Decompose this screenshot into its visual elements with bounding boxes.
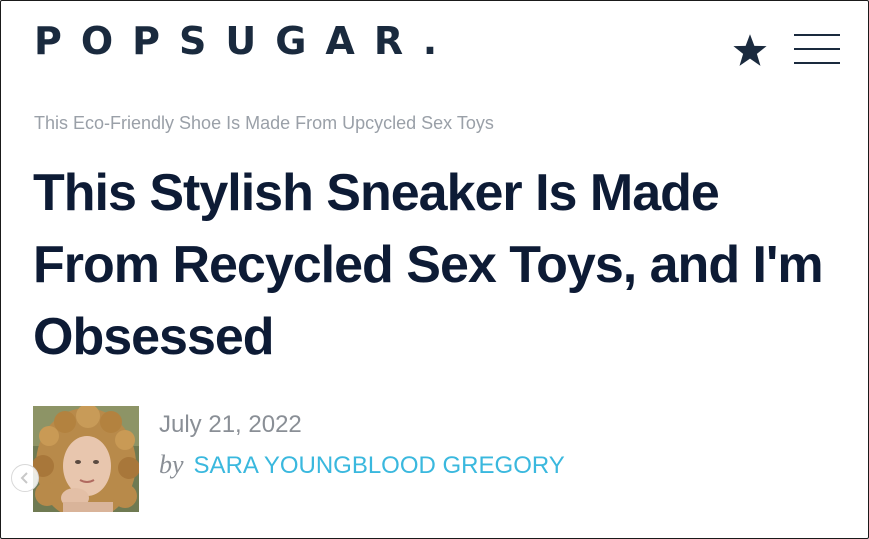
author-link[interactable]: SARA YOUNGBLOOD GREGORY (194, 452, 565, 479)
page-frame: POPSUGAR. This Eco-Friendly Shoe Is Made… (0, 0, 869, 539)
article-headline: This Stylish Sneaker Is Made From Recycl… (33, 164, 824, 366)
article-kicker[interactable]: This Eco-Friendly Shoe Is Made From Upcy… (34, 111, 494, 135)
publish-date: July 21, 2022 (159, 411, 302, 438)
chevron-left-icon (20, 472, 28, 484)
hamburger-menu-icon (794, 34, 840, 64)
site-logo[interactable]: POPSUGAR. (34, 19, 456, 63)
bookmark-button[interactable] (730, 31, 770, 71)
menu-button[interactable] (794, 33, 840, 65)
star-icon (733, 34, 767, 66)
author-avatar[interactable] (33, 406, 139, 512)
byline: by SARA YOUNGBLOOD GREGORY (159, 449, 565, 485)
carousel-prev-button[interactable] (11, 464, 39, 492)
author-photo (33, 406, 139, 512)
byline-prefix: by (159, 450, 184, 479)
